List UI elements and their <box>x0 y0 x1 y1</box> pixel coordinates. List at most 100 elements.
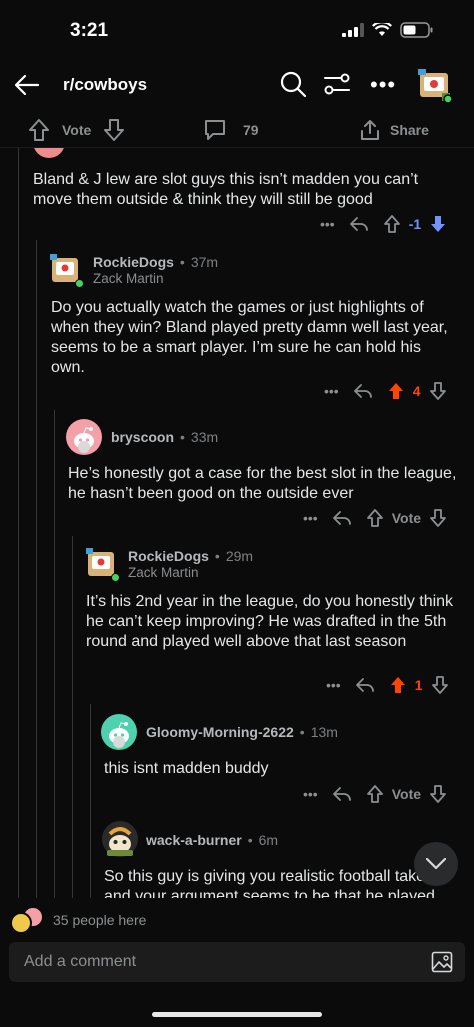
user-flair: Zack Martin <box>93 271 164 286</box>
snoo-avatar-icon <box>109 722 129 748</box>
avatar[interactable] <box>66 419 102 455</box>
thread-line <box>72 536 73 898</box>
status-time: 3:21 <box>70 20 109 41</box>
presence-text: 35 people here <box>53 912 147 928</box>
comment-time: 13m <box>310 724 338 740</box>
downvote-icon[interactable] <box>429 784 447 804</box>
vote-score: -1 <box>408 216 422 232</box>
more-options-icon[interactable]: ••• <box>370 72 396 98</box>
back-arrow-icon[interactable] <box>12 70 42 100</box>
user-avatar[interactable] <box>414 65 454 105</box>
comment-header: wack-a-burner • 6m <box>146 832 278 848</box>
reply-icon[interactable] <box>355 676 375 694</box>
upvote-icon[interactable] <box>387 381 405 401</box>
comment-bubble-icon <box>205 120 225 140</box>
comment-header: RockieDogs • 37m <box>93 254 218 270</box>
comment-body: So this guy is giving you realistic foot… <box>104 868 435 898</box>
avatar[interactable] <box>33 148 65 158</box>
comment-actions: ••• -1 <box>320 212 447 236</box>
comment-body: It’s his 2nd year in the league, do you … <box>86 593 454 650</box>
sort-filter-icon[interactable] <box>323 72 351 96</box>
upvote-icon[interactable] <box>28 118 50 142</box>
more-options-icon[interactable]: ••• <box>324 383 339 399</box>
upvote-icon[interactable] <box>366 508 384 528</box>
separator-dot: • <box>180 429 185 445</box>
online-indicator <box>111 573 120 582</box>
comment-username[interactable]: RockieDogs <box>128 548 209 564</box>
upvote-icon[interactable] <box>366 784 384 804</box>
comment-time: 6m <box>258 832 279 848</box>
home-indicator <box>152 1012 322 1017</box>
upvote-icon[interactable] <box>389 675 407 695</box>
chevron-down-icon <box>425 857 447 870</box>
share-label: Share <box>390 122 429 138</box>
image-upload-icon[interactable] <box>431 951 453 973</box>
online-indicator <box>75 279 84 288</box>
upvote-icon[interactable] <box>383 214 401 234</box>
comment-actions: ••• 1 <box>326 673 449 697</box>
downvote-icon[interactable] <box>429 508 447 528</box>
snoo-avatar-icon <box>74 427 94 453</box>
more-options-icon[interactable]: ••• <box>320 216 335 232</box>
comments-button[interactable]: 79 <box>203 118 259 142</box>
avatar[interactable] <box>101 714 137 750</box>
share-button[interactable]: Share <box>358 118 429 142</box>
post-action-bar: Vote 79 Share <box>0 112 474 148</box>
comment-username[interactable]: Gloomy-Morning-2622 <box>146 724 294 740</box>
avatar[interactable] <box>101 820 139 858</box>
top-nav: r/cowboys ••• <box>0 60 474 112</box>
comment-count: 79 <box>243 122 259 138</box>
search-icon[interactable] <box>279 70 307 98</box>
comment-thread: Bland & J lew are slot guys this isn’t m… <box>0 148 474 898</box>
more-options-icon[interactable]: ••• <box>326 677 341 693</box>
comment-time: 37m <box>190 254 219 270</box>
reply-icon[interactable] <box>353 382 373 400</box>
thread-line <box>36 240 37 898</box>
thread-line <box>18 148 19 898</box>
comment-body: this isnt madden buddy <box>104 760 269 777</box>
scroll-to-next-button[interactable] <box>414 842 458 886</box>
subreddit-name[interactable]: r/cowboys <box>63 75 147 95</box>
comment-username[interactable]: RockieDogs <box>93 254 174 270</box>
comment-username[interactable]: wack-a-burner <box>146 832 242 848</box>
comment-actions: ••• 4 <box>324 379 447 403</box>
separator-dot: • <box>247 832 253 848</box>
reply-icon[interactable] <box>332 785 352 803</box>
separator-dot: • <box>299 724 305 740</box>
comment-header: RockieDogs • 29m <box>128 548 253 564</box>
comment-body: Do you actually watch the games or just … <box>51 299 448 376</box>
presence-avatar <box>10 912 32 934</box>
signal-icon <box>342 23 364 37</box>
vote-label: Vote <box>391 786 422 802</box>
comment-actions: ••• Vote <box>303 782 447 806</box>
comment-time: 29m <box>225 548 254 564</box>
vote-score: 4 <box>412 383 421 399</box>
reply-icon[interactable] <box>332 509 352 527</box>
wifi-icon <box>372 23 392 36</box>
battery-icon <box>400 22 433 38</box>
thread-line <box>54 410 55 898</box>
comment-actions: ••• Vote <box>303 506 447 530</box>
comment-body: He’s honestly got a case for the best sl… <box>68 465 457 502</box>
presence-indicator: 35 people here <box>0 902 474 938</box>
downvote-icon[interactable] <box>429 214 447 234</box>
comment-header: bryscoon • 33m <box>111 429 218 445</box>
downvote-icon[interactable] <box>103 118 125 142</box>
comment-header: Gloomy-Morning-2622 • 13m <box>146 724 338 740</box>
post-vote-label: Vote <box>62 122 92 138</box>
downvote-icon[interactable] <box>431 675 449 695</box>
status-icons <box>342 22 434 38</box>
more-options-icon[interactable]: ••• <box>303 786 318 802</box>
comment-placeholder: Add a comment <box>24 953 137 970</box>
more-options-icon[interactable]: ••• <box>303 510 318 526</box>
add-comment-field[interactable]: Add a comment <box>9 942 465 982</box>
separator-dot: • <box>214 548 220 564</box>
post-vote-group: Vote <box>28 118 125 142</box>
downvote-icon[interactable] <box>429 381 447 401</box>
comment-time: 33m <box>190 429 219 445</box>
comment-username[interactable]: bryscoon <box>111 429 174 445</box>
comment-body: Bland & J lew are slot guys this isn’t m… <box>33 171 419 208</box>
vote-score: 1 <box>414 677 423 693</box>
reply-icon[interactable] <box>349 215 369 233</box>
vote-label: Vote <box>391 510 422 526</box>
